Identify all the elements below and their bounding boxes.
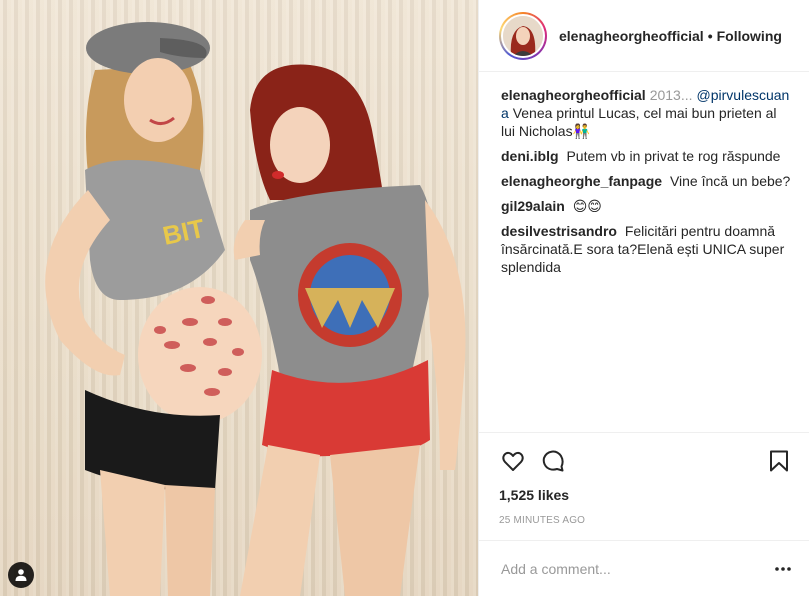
user-tag-icon <box>15 569 27 581</box>
header-separator: • <box>707 27 713 44</box>
save-button[interactable] <box>765 447 793 475</box>
avatar-image <box>503 15 543 56</box>
comment-button[interactable] <box>539 447 567 475</box>
caption: elenagheorgheofficial 2013... @pirvulescua… <box>501 86 793 140</box>
author-username[interactable]: elenagheorgheofficial <box>559 28 704 44</box>
comment-username[interactable]: desilvestrisandro <box>501 223 617 239</box>
photo-illustration: BIT <box>45 22 466 596</box>
comments-list: elenagheorgheofficial 2013... @pirvulescua… <box>479 72 809 432</box>
post-timestamp[interactable]: 25 MINUTES AGO <box>499 515 793 540</box>
comment-item: deni.iblg Putem vb in privat te rog răsp… <box>501 147 793 165</box>
comment-item: desilvestrisandro Felicitări pentru doam… <box>501 222 793 276</box>
action-icons <box>499 441 793 481</box>
like-button[interactable] <box>499 447 527 475</box>
add-comment-bar <box>479 540 809 596</box>
comment-text: 😊😊 <box>572 198 602 214</box>
likes-count[interactable]: 1,525 likes <box>499 487 793 503</box>
post-side-panel: elenagheorgheofficial • Following elenag… <box>478 0 809 596</box>
comment-text: Putem vb in privat te rog răspunde <box>566 148 781 164</box>
user-tags-button[interactable] <box>8 562 34 588</box>
caption-truncated-lead[interactable]: 2013... <box>650 87 693 103</box>
comment-text: Vine încă un bebe? <box>669 173 791 189</box>
header-meta: elenagheorgheofficial • Following <box>559 28 782 44</box>
post-photo[interactable]: BIT <box>0 0 478 596</box>
post-actions: 1,525 likes 25 MINUTES AGO <box>479 432 809 540</box>
following-button[interactable]: Following <box>717 28 782 44</box>
comment-bubble-icon <box>542 450 564 472</box>
comment-username[interactable]: elenagheorghe_fanpage <box>501 173 662 189</box>
comment-username[interactable]: deni.iblg <box>501 148 559 164</box>
post-header: elenagheorgheofficial • Following <box>479 0 809 72</box>
comment-username[interactable]: gil29alain <box>501 198 565 214</box>
avatar[interactable] <box>499 11 547 60</box>
caption-text: Venea printul Lucas, cel mai bun prieten… <box>501 105 777 139</box>
add-comment-input[interactable] <box>501 560 771 577</box>
caption-emoji: 👫 <box>572 123 591 139</box>
more-options-button[interactable] <box>771 557 795 581</box>
bookmark-icon <box>770 450 788 472</box>
comment-item: elenagheorghe_fanpage Vine încă un bebe? <box>501 172 793 190</box>
more-options-icon <box>775 566 791 571</box>
heart-icon <box>502 451 524 471</box>
comment-item: gil29alain 😊😊 <box>501 197 793 215</box>
caption-username[interactable]: elenagheorgheofficial <box>501 87 646 103</box>
instagram-post: BIT elenagheorgheofficial • Following el… <box>0 0 809 596</box>
